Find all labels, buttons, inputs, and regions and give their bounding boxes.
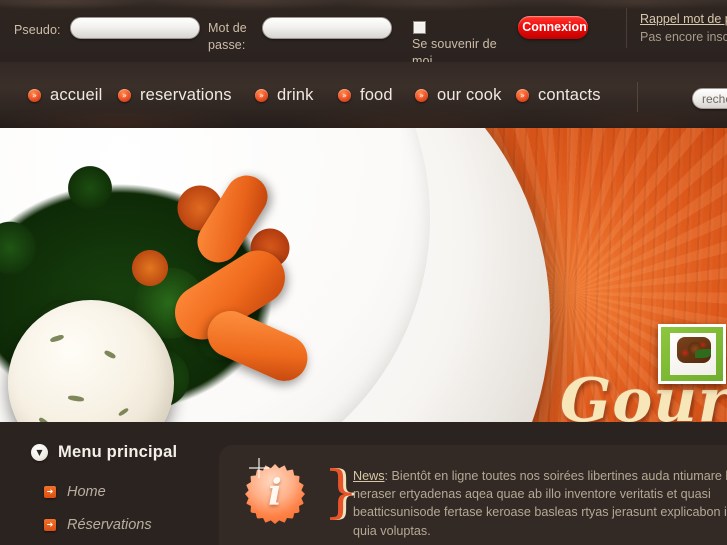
chevron-down-icon: ▼ — [31, 444, 48, 461]
news-text: News: Bientôt en ligne toutes nos soirée… — [353, 467, 727, 540]
news-body: Bientôt en ligne toutes nos soirées libe… — [353, 469, 727, 538]
sidebar-title: Menu principal — [58, 443, 178, 461]
sidebar: ▼ Menu principal ➜ Home ➜ Réservations — [0, 422, 205, 545]
pseudo-label: Pseudo: — [14, 23, 61, 37]
nav-label: contacts — [538, 86, 601, 104]
main-navigation: » accueil » reservations » drink » food … — [0, 62, 727, 128]
forgot-password-link[interactable]: Rappel mot de passe — [640, 12, 727, 26]
news-panel: i } News: Bientôt en ligne toutes nos so… — [219, 445, 727, 545]
nav-divider — [637, 82, 638, 112]
news-label[interactable]: News — [353, 469, 385, 483]
topbar-divider — [626, 8, 627, 48]
herb-fleck — [67, 394, 85, 403]
chevron-right-icon: » — [516, 89, 529, 102]
info-icon: i — [245, 458, 305, 524]
pseudo-input[interactable] — [70, 17, 200, 39]
hero-banner: Gourmet THE BEST FOOD — [0, 128, 727, 422]
herb-fleck — [103, 349, 117, 360]
search-input[interactable] — [692, 88, 727, 109]
sidebar-header[interactable]: ▼ Menu principal — [31, 443, 177, 462]
arrow-right-icon: ➜ — [44, 486, 56, 498]
nav-item-drink[interactable]: » drink — [255, 86, 314, 105]
remember-me-checkbox[interactable] — [413, 21, 426, 34]
arrow-right-icon: ➜ — [44, 519, 56, 531]
page-root: Pseudo: Mot de passe: Se souvenir de moi… — [0, 0, 727, 545]
nav-item-accueil[interactable]: » accueil — [28, 86, 102, 105]
remember-me-label: Se souvenir de moi — [412, 37, 497, 62]
nav-label: reservations — [140, 86, 232, 104]
nav-item-contacts[interactable]: » contacts — [516, 86, 601, 105]
password-input[interactable] — [262, 17, 392, 39]
nav-item-reservations[interactable]: » reservations — [118, 86, 232, 105]
chevron-right-icon: » — [28, 89, 41, 102]
news-separator: : — [384, 469, 392, 483]
sparkle-icon — [249, 458, 269, 478]
herb-fleck — [117, 407, 130, 417]
chevron-right-icon: » — [255, 89, 268, 102]
chevron-right-icon: » — [338, 89, 351, 102]
nav-label: food — [360, 86, 393, 104]
content-area: ▼ Menu principal ➜ Home ➜ Réservations i… — [0, 422, 727, 545]
herb-fleck — [49, 333, 65, 344]
nav-item-our-cook[interactable]: » our cook — [415, 86, 502, 105]
nav-label: our cook — [437, 86, 502, 104]
chevron-right-icon: » — [415, 89, 428, 102]
thumbnail-leaf — [695, 349, 711, 358]
chevron-right-icon: » — [118, 89, 131, 102]
register-link[interactable]: Pas encore inscrit ? — [640, 30, 727, 44]
sidebar-item-reservations[interactable]: ➜ Réservations — [44, 517, 152, 533]
sidebar-item-label: Réservations — [67, 517, 152, 533]
nav-label: accueil — [50, 86, 103, 104]
nav-item-food[interactable]: » food — [338, 86, 393, 105]
sidebar-item-label: Home — [67, 484, 106, 500]
password-label: Mot de passe: — [208, 21, 247, 52]
nav-label: drink — [277, 86, 314, 104]
login-bar: Pseudo: Mot de passe: Se souvenir de moi… — [0, 0, 727, 62]
sidebar-item-home[interactable]: ➜ Home — [44, 484, 106, 500]
hero-thumbnail — [658, 324, 726, 384]
login-button[interactable]: Connexion — [518, 16, 588, 39]
